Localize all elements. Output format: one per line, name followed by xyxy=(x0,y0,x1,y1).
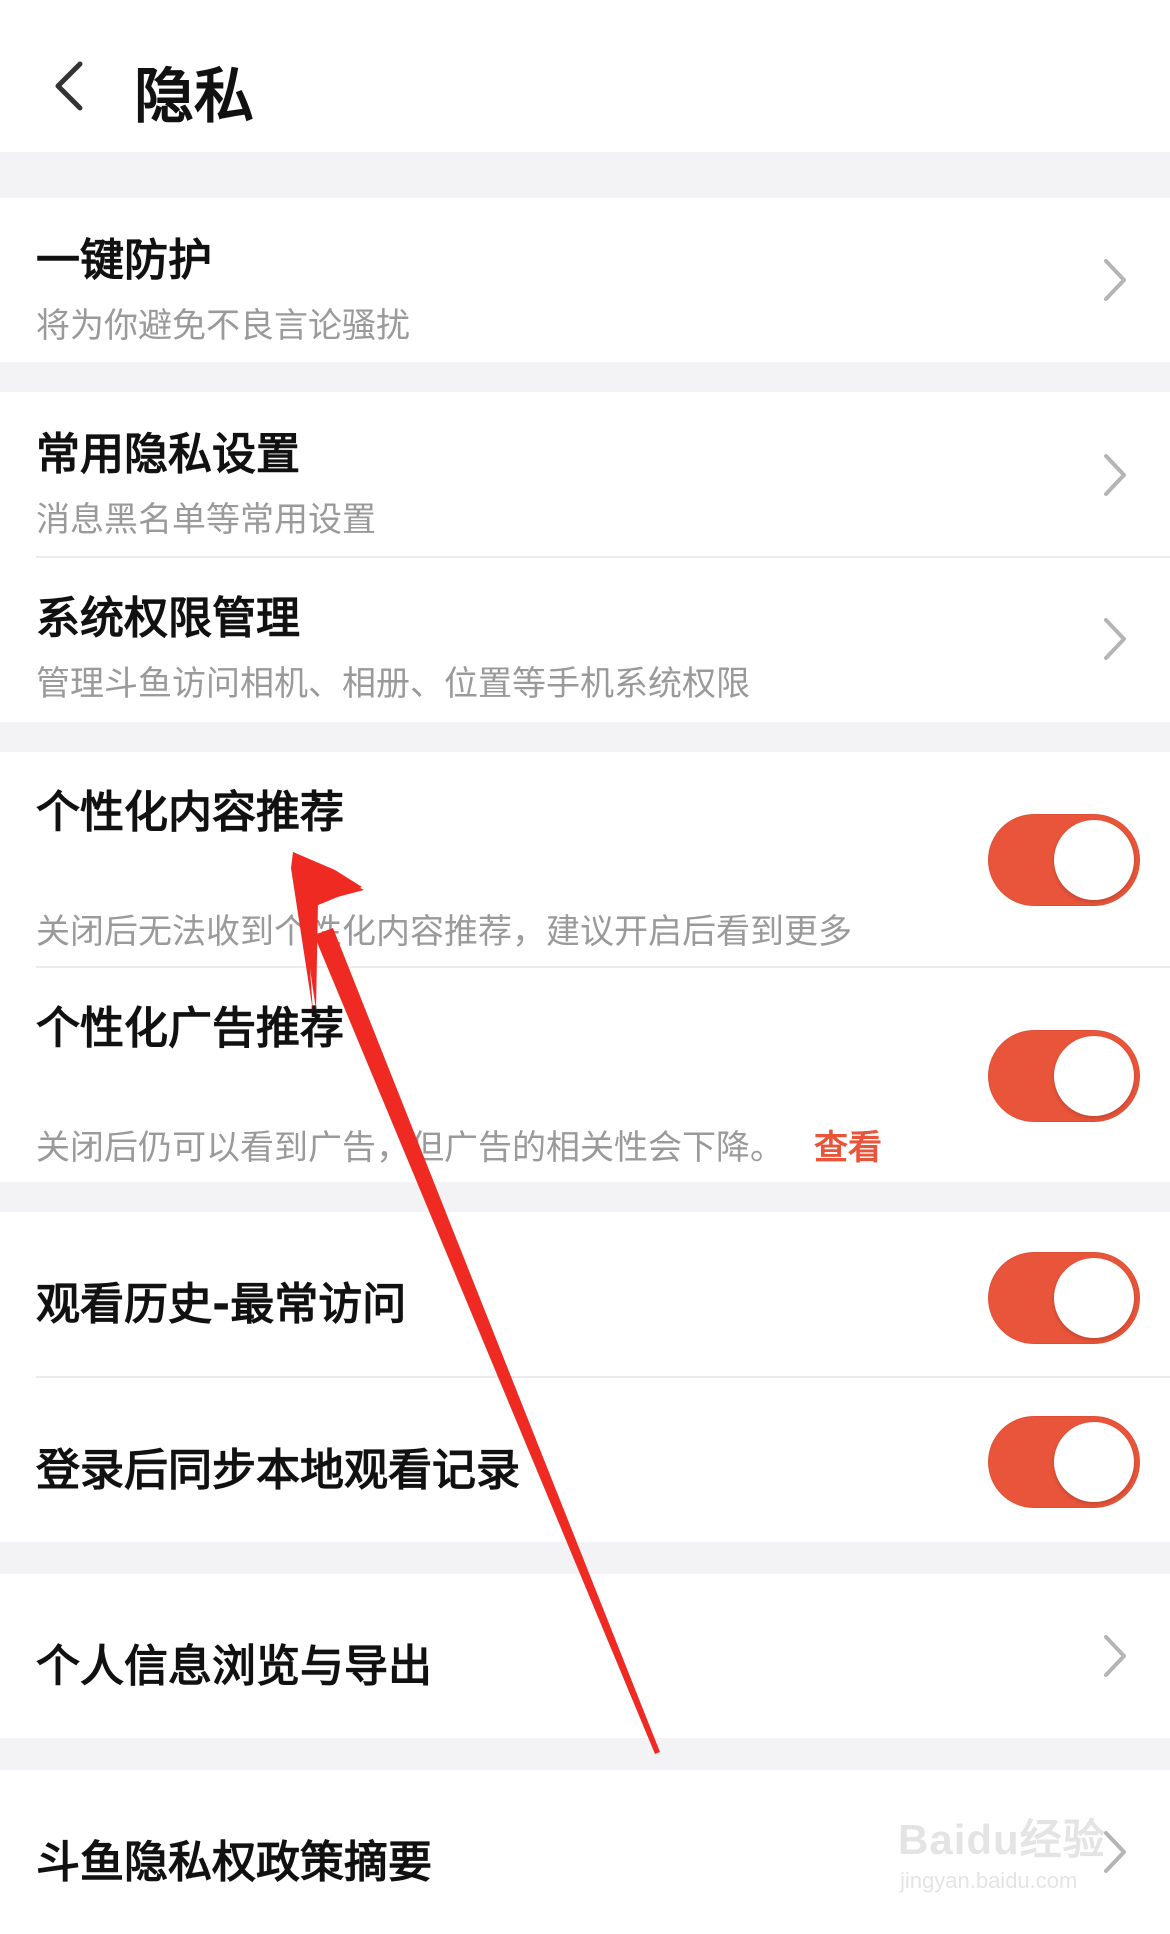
row-common-privacy[interactable]: 常用隐私设置 消息黑名单等常用设置 xyxy=(0,392,1170,556)
page-title: 隐私 xyxy=(134,62,254,132)
row-title: 一键防护 xyxy=(36,235,212,286)
row-title: 常用隐私设置 xyxy=(36,429,300,480)
toggle-knob xyxy=(1054,1422,1134,1502)
view-link[interactable]: 查看 xyxy=(814,1128,882,1168)
chevron-right-icon xyxy=(1104,454,1126,496)
baidu-jingyan-watermark: Baidu经验 jingyan.baidu.com xyxy=(890,1800,1150,1910)
ads-subtitle-text: 关闭后仍可以看到广告，但广告的相关性会下降。 xyxy=(36,1128,784,1168)
row-personalized-content: 个性化内容推荐 关闭后无法收到个性化内容推荐，建议开启后看到更多 xyxy=(0,752,1170,966)
row-subtitle: 关闭后仍可以看到广告，但广告的相关性会下降。 查看 xyxy=(36,1120,882,1169)
group-one-key: 一键防护 将为你避免不良言论骚扰 xyxy=(0,198,1170,362)
group-info-export: 个人信息浏览与导出 xyxy=(0,1574,1170,1738)
row-subtitle: 消息黑名单等常用设置 xyxy=(36,500,376,540)
chevron-right-icon xyxy=(1104,1635,1126,1677)
row-title: 个性化广告推荐 xyxy=(36,1003,344,1054)
chevron-right-icon xyxy=(1104,259,1126,301)
back-arrow-icon[interactable] xyxy=(50,60,90,112)
toggle-knob xyxy=(1054,820,1134,900)
toggle-knob xyxy=(1054,1036,1134,1116)
row-watch-history: 观看历史-最常访问 xyxy=(0,1212,1170,1376)
watermark-url: jingyan.baidu.com xyxy=(900,1868,1078,1893)
row-title: 个性化内容推荐 xyxy=(36,787,344,838)
row-title: 个人信息浏览与导出 xyxy=(36,1641,432,1692)
row-sync-history: 登录后同步本地观看记录 xyxy=(0,1378,1170,1542)
row-title: 观看历史-最常访问 xyxy=(36,1279,407,1330)
row-system-permissions[interactable]: 系统权限管理 管理斗鱼访问相机、相册、位置等手机系统权限 xyxy=(0,558,1170,722)
row-title: 登录后同步本地观看记录 xyxy=(36,1445,520,1496)
row-title: 系统权限管理 xyxy=(36,593,300,644)
row-one-key-protection[interactable]: 一键防护 将为你避免不良言论骚扰 xyxy=(0,198,1170,362)
group-personalization: 个性化内容推荐 关闭后无法收到个性化内容推荐，建议开启后看到更多 个性化广告推荐… xyxy=(0,752,1170,1182)
row-personalized-ads: 个性化广告推荐 关闭后仍可以看到广告，但广告的相关性会下降。 查看 xyxy=(0,968,1170,1182)
sync-history-toggle[interactable] xyxy=(988,1416,1140,1508)
group-settings: 常用隐私设置 消息黑名单等常用设置 系统权限管理 管理斗鱼访问相机、相册、位置等… xyxy=(0,392,1170,722)
watermark-brand: Baidu经验 xyxy=(898,1816,1106,1863)
personalized-ads-toggle[interactable] xyxy=(988,1030,1140,1122)
row-subtitle: 关闭后无法收到个性化内容推荐，建议开启后看到更多 xyxy=(36,912,852,952)
row-title: 斗鱼隐私权政策摘要 xyxy=(36,1837,432,1888)
group-history: 观看历史-最常访问 登录后同步本地观看记录 xyxy=(0,1212,1170,1542)
top-bar: 隐私 xyxy=(0,0,1170,152)
row-info-export[interactable]: 个人信息浏览与导出 xyxy=(0,1574,1170,1738)
watch-history-toggle[interactable] xyxy=(988,1252,1140,1344)
personalized-content-toggle[interactable] xyxy=(988,814,1140,906)
chevron-right-icon xyxy=(1104,618,1126,660)
row-subtitle: 将为你避免不良言论骚扰 xyxy=(36,306,410,346)
toggle-knob xyxy=(1054,1258,1134,1338)
row-subtitle: 管理斗鱼访问相机、相册、位置等手机系统权限 xyxy=(36,664,750,704)
